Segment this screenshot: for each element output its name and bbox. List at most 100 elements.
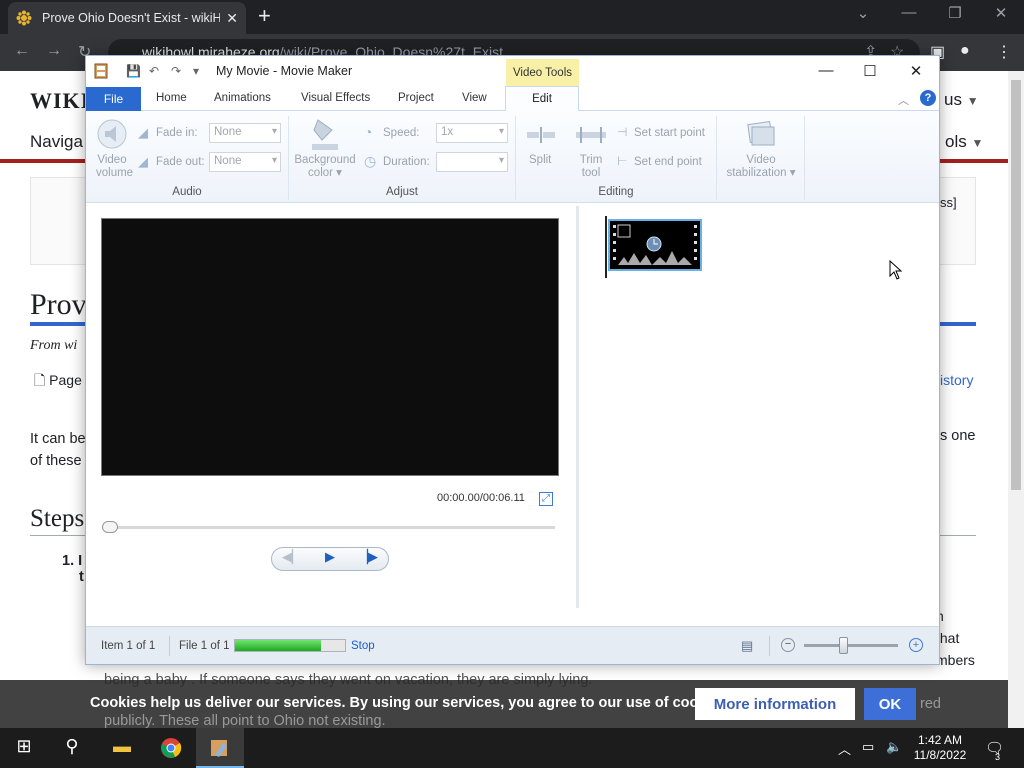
editing-group-label: Editing (598, 186, 634, 198)
tab-file[interactable]: File (86, 87, 141, 111)
status-separator (769, 636, 770, 656)
storyboard-clip[interactable] (608, 219, 702, 271)
start-windows-icon[interactable]: ⊞ (0, 736, 48, 757)
show-hidden-icons[interactable]: ︿ (838, 739, 851, 758)
duration-dropdown[interactable] (436, 152, 508, 172)
wiki-nav-tools-text: ols (945, 132, 967, 151)
file-explorer-icon[interactable]: ▬ (98, 736, 146, 757)
forward-icon[interactable]: → (46, 42, 62, 60)
undo-icon[interactable]: ↶ (149, 64, 159, 78)
speed-label: Speed: (383, 127, 420, 139)
video-volume-line-2: volume (96, 167, 134, 179)
background-color-icon (312, 119, 338, 150)
chevron-down-icon: ▼ (971, 136, 984, 150)
trim-tool-line-2: tool (581, 167, 601, 179)
cookie-message: Cookies help us deliver our services. By… (90, 695, 731, 711)
tab-animations[interactable]: Animations (214, 92, 271, 104)
wiki-step-1-line-2: t (79, 569, 84, 585)
wiki-notice-link[interactable]: ss] (940, 195, 957, 210)
wiki-history-tab[interactable]: istory (940, 372, 973, 388)
volume-icon[interactable]: 🔈 (886, 739, 902, 755)
save-icon[interactable]: 💾 (126, 64, 141, 78)
movie-maker-taskbar-button[interactable] (196, 728, 244, 768)
stop-link[interactable]: Stop (351, 640, 375, 652)
video-preview[interactable] (101, 218, 559, 476)
mm-maximize-icon[interactable]: ☐ (855, 62, 885, 80)
background-color-button[interactable]: Background color ▾ (291, 154, 359, 180)
split-button[interactable]: Split (529, 154, 551, 166)
seek-thumb[interactable] (102, 521, 118, 533)
set-start-point-button[interactable]: Set start point (634, 127, 705, 139)
audio-group-label: Audio (172, 186, 202, 198)
seek-bar[interactable] (102, 526, 555, 529)
tab-visual-effects[interactable]: Visual Effects (301, 92, 370, 104)
profile-avatar-icon[interactable]: ● (960, 42, 970, 60)
collapse-ribbon-icon[interactable]: ︿ (898, 92, 909, 108)
fade-in-value: None (214, 126, 242, 138)
speed-dropdown[interactable]: 1x (436, 123, 508, 143)
tab-home[interactable]: Home (156, 92, 187, 104)
zoom-slider[interactable] (804, 644, 898, 647)
next-frame-icon[interactable]: ▕▶ (350, 549, 386, 565)
wiki-page-tab[interactable]: 🗋 Page (34, 370, 82, 394)
movie-maker-window: 💾 ↶ ↷ ▾ My Movie - Movie Maker Video Too… (85, 55, 940, 665)
system-clock[interactable]: 1:42 AM 11/8/2022 (912, 733, 968, 763)
wiki-intro-line-2: of these (30, 453, 82, 469)
more-information-button[interactable]: More information (695, 688, 855, 720)
mm-minimize-icon[interactable]: — (811, 62, 841, 79)
chrome-taskbar-icon[interactable] (160, 737, 182, 759)
play-icon[interactable]: ▶ (312, 549, 348, 565)
zoom-slider-thumb[interactable] (839, 637, 848, 654)
close-tab-icon[interactable]: ✕ (226, 10, 238, 27)
mm-close-icon[interactable]: ✕ (901, 62, 931, 80)
tab-search-chevron-icon[interactable]: ⌄ (840, 4, 886, 22)
fade-in-dropdown[interactable]: None (209, 123, 281, 143)
network-icon[interactable]: ▭ (862, 739, 874, 755)
restore-icon[interactable]: ❐ (932, 4, 978, 22)
zoom-in-icon[interactable]: + (909, 638, 923, 652)
tab-view[interactable]: View (462, 92, 487, 104)
close-window-icon[interactable]: ✕ (978, 4, 1024, 22)
duration-clock-icon: ◷ (364, 153, 377, 169)
fade-out-dropdown[interactable]: None (209, 152, 281, 172)
set-start-point-icon: ⊣ (617, 125, 628, 139)
tab-project[interactable]: Project (398, 92, 434, 104)
storyboard-playhead[interactable] (605, 216, 607, 278)
previous-frame-icon[interactable]: ◀▏ (274, 549, 310, 565)
tab-edit[interactable]: Edit (505, 86, 579, 112)
menu-kebab-icon[interactable]: ⋮ (996, 42, 1012, 62)
search-icon[interactable]: ⚲ (48, 736, 96, 757)
clock-time: 1:42 AM (917, 733, 963, 747)
help-icon[interactable]: ? (920, 90, 936, 106)
wiki-lang-selector[interactable]: us ▼ (944, 90, 979, 110)
wiki-nav-tools[interactable]: ols ▼ (945, 132, 983, 152)
zoom-out-icon[interactable]: − (781, 638, 795, 652)
trim-tool-button[interactable]: Trim tool (576, 154, 606, 180)
browser-tab[interactable]: Prove Ohio Doesn't Exist - wikiHo ✕ (8, 2, 246, 34)
video-stabilization-button[interactable]: Video stabilization ▾ (721, 154, 801, 180)
wiki-body-right-2: that (936, 630, 960, 646)
fullscreen-preview-icon[interactable]: ⤢ (539, 492, 553, 506)
wikihow-favicon-icon (16, 10, 32, 26)
cookie-ok-button[interactable]: OK (864, 688, 916, 720)
trim-tool-icon (576, 127, 606, 143)
back-icon[interactable]: ← (14, 42, 30, 60)
new-tab-icon[interactable]: + (258, 5, 271, 27)
redo-icon[interactable]: ↷ (171, 64, 181, 78)
status-file-count: File 1 of 1 (179, 640, 230, 652)
storyboard-view-icon[interactable]: ▤ (741, 638, 753, 654)
speed-value: 1x (441, 126, 454, 138)
set-end-point-button[interactable]: Set end point (634, 156, 702, 168)
wiki-intro-text: It can be of these (30, 428, 90, 472)
wiki-logo[interactable]: WIKI (30, 88, 90, 114)
page-scrollbar-thumb[interactable] (1011, 80, 1021, 490)
customize-qat-icon[interactable]: ▾ (193, 64, 199, 78)
video-volume-button[interactable]: Video volume (96, 154, 134, 180)
wiki-nav-navigation[interactable]: Naviga (30, 132, 83, 152)
mouse-pointer-icon (889, 260, 903, 280)
minimize-icon[interactable]: — (886, 4, 932, 21)
wiki-intro-right: s one (940, 428, 976, 444)
wiki-steps-heading: Steps (30, 505, 85, 532)
video-stabilization-line-2: stabilization ▾ (726, 167, 796, 179)
import-progress-bar (234, 639, 346, 652)
